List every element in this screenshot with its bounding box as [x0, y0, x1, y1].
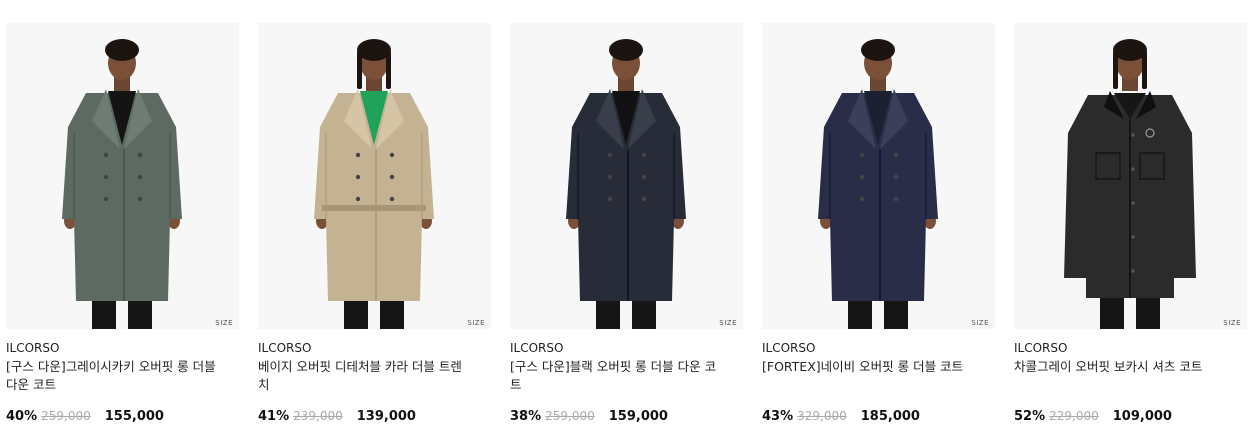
original-price: 229,000: [1049, 409, 1099, 423]
product-image[interactable]: SIZE: [258, 23, 491, 329]
coat-model-figure: [818, 39, 938, 329]
product-brand[interactable]: ILCORSO: [1014, 341, 1247, 356]
product-title[interactable]: [FORTEX]네이비 오버핏 롱 더블 코트: [762, 358, 972, 394]
size-label[interactable]: SIZE: [1223, 319, 1241, 327]
size-label[interactable]: SIZE: [971, 319, 989, 327]
price-row: 40% 259,000 155,000: [6, 408, 239, 425]
original-price: 239,000: [293, 409, 343, 423]
product-image[interactable]: SIZE: [762, 23, 995, 329]
product-brand[interactable]: ILCORSO: [510, 341, 743, 356]
price-row: 38% 259,000 159,000: [510, 408, 743, 425]
product-card[interactable]: SIZE ILCORSO [FORTEX]네이비 오버핏 롱 더블 코트 43%…: [762, 23, 995, 425]
original-price: 259,000: [41, 409, 91, 423]
trench-model-figure: [314, 39, 434, 329]
coat-model-figure: [62, 39, 182, 329]
original-price: 259,000: [545, 409, 595, 423]
size-label[interactable]: SIZE: [467, 319, 485, 327]
discount-rate: 40%: [6, 409, 38, 424]
discount-rate: 41%: [258, 409, 290, 424]
product-image[interactable]: SIZE: [6, 23, 239, 329]
size-label[interactable]: SIZE: [719, 319, 737, 327]
product-card[interactable]: SIZE ILCORSO [구스 다운]그레이시카키 오버핏 롱 더블 다운 코…: [6, 23, 239, 425]
sale-price: 109,000: [1112, 409, 1172, 424]
product-card[interactable]: SIZE ILCORSO 베이지 오버핏 디테처블 카라 더블 트렌치 41% …: [258, 23, 491, 425]
product-grid: SIZE ILCORSO [구스 다운]그레이시카키 오버핏 롱 더블 다운 코…: [0, 0, 1249, 443]
sale-price: 185,000: [860, 409, 920, 424]
original-price: 329,000: [797, 409, 847, 423]
product-brand[interactable]: ILCORSO: [258, 341, 491, 356]
sale-price: 155,000: [104, 409, 164, 424]
size-label[interactable]: SIZE: [215, 319, 233, 327]
shirt-coat-model-figure: [1064, 39, 1196, 329]
sale-price: 159,000: [608, 409, 668, 424]
price-row: 43% 329,000 185,000: [762, 408, 995, 425]
price-row: 41% 239,000 139,000: [258, 408, 491, 425]
product-title[interactable]: [구스 다운]블랙 오버핏 롱 더블 다운 코트: [510, 358, 720, 394]
sale-price: 139,000: [356, 409, 416, 424]
discount-rate: 52%: [1014, 409, 1046, 424]
product-title[interactable]: 차콜그레이 오버핏 보카시 셔츠 코트: [1014, 358, 1224, 394]
price-row: 52% 229,000 109,000: [1014, 408, 1247, 425]
product-image[interactable]: SIZE: [1014, 23, 1247, 329]
product-title[interactable]: [구스 다운]그레이시카키 오버핏 롱 더블 다운 코트: [6, 358, 216, 394]
discount-rate: 43%: [762, 409, 794, 424]
coat-model-figure: [566, 39, 686, 329]
discount-rate: 38%: [510, 409, 542, 424]
product-card[interactable]: SIZE ILCORSO 차콜그레이 오버핏 보카시 셔츠 코트 52% 229…: [1014, 23, 1247, 425]
product-brand[interactable]: ILCORSO: [762, 341, 995, 356]
product-brand[interactable]: ILCORSO: [6, 341, 239, 356]
product-title[interactable]: 베이지 오버핏 디테처블 카라 더블 트렌치: [258, 358, 468, 394]
product-image[interactable]: SIZE: [510, 23, 743, 329]
product-card[interactable]: SIZE ILCORSO [구스 다운]블랙 오버핏 롱 더블 다운 코트 38…: [510, 23, 743, 425]
